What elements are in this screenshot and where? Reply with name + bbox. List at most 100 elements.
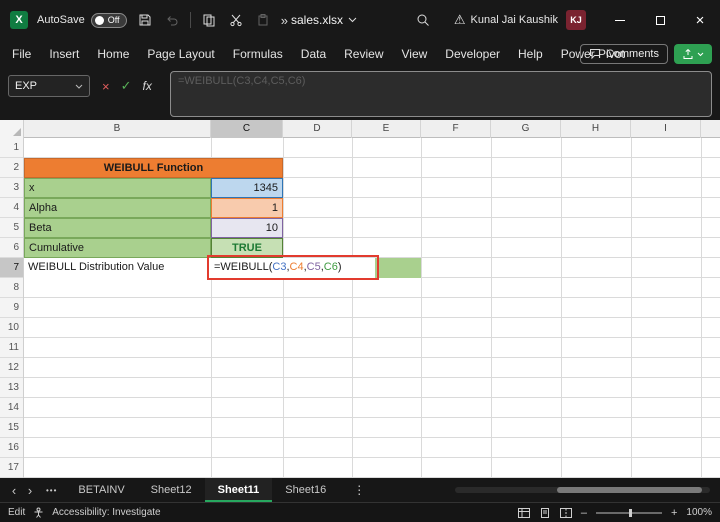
row-header-2[interactable]: 2 [0, 158, 23, 178]
warning-icon[interactable]: ⚠ [454, 12, 466, 28]
sheet-tab-sheet16[interactable]: Sheet16 [272, 478, 339, 502]
tab-developer[interactable]: Developer [436, 40, 509, 68]
column-headers: B C D E F G H I [0, 120, 720, 138]
select-all-corner[interactable] [0, 120, 24, 138]
column-header-e[interactable]: E [352, 120, 421, 138]
page-break-view-icon[interactable] [559, 507, 572, 518]
close-button[interactable]: × [680, 0, 720, 40]
accessibility-status[interactable]: Accessibility: Investigate [52, 507, 160, 518]
sheet-nav-left-icon[interactable]: ‹ [6, 483, 22, 498]
cell-d7-fill[interactable] [375, 258, 421, 278]
cell-b7-label[interactable]: WEIBULL Distribution Value [24, 258, 211, 278]
row-header-17[interactable]: 17 [0, 458, 23, 478]
user-name[interactable]: Kunal Jai Kaushik [471, 14, 558, 26]
document-title[interactable]: sales.xlsx [291, 0, 357, 40]
comments-button[interactable]: Comments [579, 44, 668, 64]
row-headers: 1 2 3 4 5 6 7 8 9 10 11 12 13 14 15 16 1… [0, 138, 24, 478]
row-header-13[interactable]: 13 [0, 378, 23, 398]
cell-b6-label[interactable]: Cumulative [24, 238, 211, 258]
column-header-f[interactable]: F [421, 120, 491, 138]
search-icon[interactable] [414, 11, 432, 29]
copy-icon[interactable] [200, 11, 218, 29]
tab-review[interactable]: Review [335, 40, 392, 68]
page-layout-view-icon[interactable] [539, 507, 551, 518]
row-header-1[interactable]: 1 [0, 138, 23, 158]
paste-icon[interactable] [254, 11, 272, 29]
column-header-i[interactable]: I [631, 120, 701, 138]
sheet-options-icon[interactable]: ⋮ [353, 483, 365, 497]
row-header-9[interactable]: 9 [0, 298, 23, 318]
zoom-slider[interactable] [595, 508, 662, 517]
save-icon[interactable] [136, 11, 154, 29]
row-header-8[interactable]: 8 [0, 278, 23, 298]
tab-data[interactable]: Data [292, 40, 335, 68]
tab-formulas[interactable]: Formulas [224, 40, 292, 68]
sheet-tab-sheet12[interactable]: Sheet12 [138, 478, 205, 502]
tab-insert[interactable]: Insert [40, 40, 88, 68]
name-box[interactable]: EXP [8, 75, 90, 97]
cell-area[interactable]: WEIBULL Function x Alpha Beta Cumulative… [24, 138, 720, 478]
chevron-down-icon [75, 84, 83, 89]
tab-help[interactable]: Help [509, 40, 552, 68]
tab-page-layout[interactable]: Page Layout [138, 40, 223, 68]
row-header-6[interactable]: 6 [0, 238, 23, 258]
sheet-tab-sheet11[interactable]: Sheet11 [204, 478, 273, 502]
row-header-3[interactable]: 3 [0, 178, 23, 198]
cell-b3-label[interactable]: x [24, 178, 211, 198]
column-header-c[interactable]: C [211, 120, 283, 138]
cell-b5-label[interactable]: Beta [24, 218, 211, 238]
sheet-tab-betainv[interactable]: BETAINV [65, 478, 137, 502]
row-header-7[interactable]: 7 [0, 258, 23, 278]
row-header-12[interactable]: 12 [0, 358, 23, 378]
column-header-b[interactable]: B [24, 120, 211, 138]
normal-view-icon[interactable] [517, 507, 530, 518]
horizontal-scrollbar[interactable] [455, 487, 710, 493]
accessibility-icon[interactable] [33, 507, 44, 518]
filename: sales.xlsx [290, 13, 344, 27]
undo-icon[interactable] [163, 11, 181, 29]
row-header-15[interactable]: 15 [0, 418, 23, 438]
row-header-5[interactable]: 5 [0, 218, 23, 238]
tab-file[interactable]: File [0, 40, 40, 68]
zoom-slider-thumb[interactable] [628, 508, 632, 517]
cell-c5-value[interactable]: 10 [211, 218, 283, 238]
autosave-toggle[interactable]: AutoSave Off [37, 12, 127, 28]
column-header-h[interactable]: H [561, 120, 631, 138]
autosave-label: AutoSave [37, 14, 85, 26]
row-header-10[interactable]: 10 [0, 318, 23, 338]
autosave-switch-icon[interactable]: Off [90, 12, 127, 28]
row-header-4[interactable]: 4 [0, 198, 23, 218]
row-header-11[interactable]: 11 [0, 338, 23, 358]
more-commands-icon[interactable]: » [281, 13, 288, 28]
chevron-down-icon [348, 17, 357, 23]
cell-c4-value[interactable]: 1 [211, 198, 283, 218]
row-header-14[interactable]: 14 [0, 398, 23, 418]
status-bar: Edit Accessibility: Investigate – + 100% [0, 502, 720, 522]
zoom-out-icon[interactable]: – [581, 507, 587, 519]
cell-c3-value[interactable]: 1345 [211, 178, 283, 198]
cancel-icon[interactable]: × [102, 79, 110, 94]
tab-view[interactable]: View [393, 40, 437, 68]
tab-home[interactable]: Home [88, 40, 138, 68]
cut-icon[interactable] [227, 11, 245, 29]
cell-b4-label[interactable]: Alpha [24, 198, 211, 218]
avatar[interactable]: KJ [566, 10, 586, 30]
formula-input[interactable]: =WEIBULL(C3,C4,C5,C6) [170, 71, 712, 117]
column-header-d[interactable]: D [283, 120, 352, 138]
scrollbar-thumb[interactable] [557, 487, 702, 493]
ribbon-tab-strip: File Insert Home Page Layout Formulas Da… [0, 40, 720, 68]
sheet-list-icon[interactable]: ••• [46, 486, 57, 495]
minimize-button[interactable] [600, 0, 640, 40]
enter-icon[interactable]: ✓ [121, 78, 132, 94]
insert-function-icon[interactable]: fx [143, 79, 152, 93]
zoom-in-icon[interactable]: + [671, 507, 677, 519]
zoom-level[interactable]: 100% [686, 507, 712, 518]
sheet-nav-right-icon[interactable]: › [22, 483, 38, 498]
maximize-button[interactable] [640, 0, 680, 40]
comment-icon [589, 49, 600, 60]
share-button[interactable] [674, 44, 712, 64]
formula-annotation-box [207, 255, 379, 280]
row-header-16[interactable]: 16 [0, 438, 23, 458]
column-header-g[interactable]: G [491, 120, 561, 138]
cell-b2-title[interactable]: WEIBULL Function [24, 158, 283, 178]
